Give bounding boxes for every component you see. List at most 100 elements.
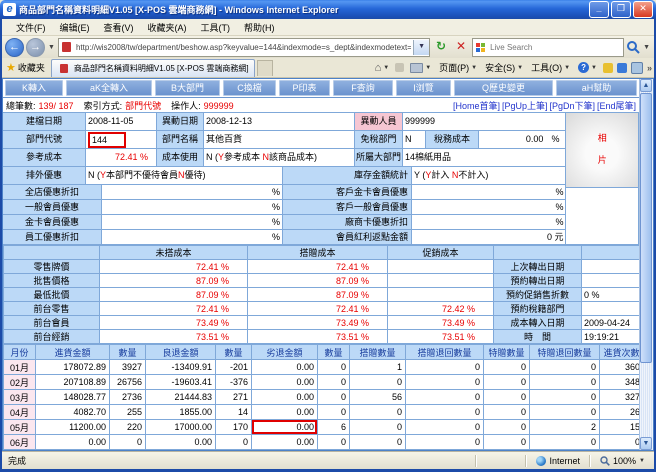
cost-cell bbox=[388, 288, 494, 302]
monthly-cell: 220 bbox=[110, 420, 146, 435]
monthly-table: 月份進貨金額數量良退金額數量劣退金額數量搭贈數量搭贈退回數量特贈數量特贈退回數量… bbox=[3, 344, 639, 450]
switch-file-button[interactable]: C換檔 bbox=[223, 80, 276, 96]
monthly-cell: 0 bbox=[530, 375, 600, 390]
messenger-icon[interactable] bbox=[617, 63, 627, 73]
scroll-up-icon[interactable]: ▲ bbox=[640, 79, 652, 92]
menu-tools[interactable]: 工具(T) bbox=[195, 20, 237, 35]
dept-code-value: 144 bbox=[85, 130, 157, 149]
cost-cell bbox=[582, 274, 640, 288]
monthly-col-header: 月份 bbox=[4, 345, 36, 360]
favorites-label[interactable]: 收藏夹 bbox=[18, 61, 45, 74]
vertical-scrollbar[interactable]: ▲ ▼ bbox=[639, 79, 653, 450]
tools-menu[interactable]: 工具(O)▼ bbox=[529, 60, 572, 75]
nav-end-link[interactable]: [End尾筆] bbox=[597, 99, 636, 112]
month-cell: 05月 bbox=[4, 420, 36, 435]
menu-edit[interactable]: 编辑(E) bbox=[54, 20, 96, 35]
help-button[interactable]: aH幫助 bbox=[556, 80, 637, 96]
search-magnifier-icon[interactable] bbox=[626, 40, 640, 54]
nav-home-link[interactable]: [Home首筆] bbox=[453, 99, 500, 112]
transfer-all-button[interactable]: aK全轉入 bbox=[66, 80, 152, 96]
feeds-icon[interactable] bbox=[395, 63, 404, 72]
photo-box: 相片 bbox=[565, 112, 639, 188]
cost-cell: 72.41 % bbox=[100, 260, 248, 274]
transfer-in-button[interactable]: K轉入 bbox=[5, 80, 63, 96]
safety-menu[interactable]: 安全(S)▼ bbox=[483, 60, 525, 75]
big-department-button[interactable]: B大部門 bbox=[155, 80, 220, 96]
help-menu[interactable]: ?▼ bbox=[576, 61, 599, 74]
overflow-chevron-icon[interactable]: » bbox=[647, 63, 652, 73]
nav-pgdn-link[interactable]: [PgDn下筆] bbox=[549, 99, 595, 112]
monthly-cell: 0 bbox=[600, 435, 640, 450]
pos-page: K轉入 aK全轉入 B大部門 C換檔 P印表 F查詢 I浏覽 Q歷史變更 aH幫… bbox=[3, 79, 639, 450]
history-change-button[interactable]: Q歷史變更 bbox=[454, 80, 553, 96]
employee-discount-value: % bbox=[101, 229, 283, 245]
restore-button[interactable]: ❐ bbox=[611, 1, 631, 18]
cost-col-header bbox=[4, 246, 100, 260]
zoom-panel[interactable]: 100% ▼ bbox=[594, 456, 651, 466]
monthly-cell: 0 bbox=[530, 405, 600, 420]
monthly-cell: 0 bbox=[350, 375, 406, 390]
tab-favicon-icon bbox=[60, 64, 68, 73]
recent-pages-icon[interactable]: ▼ bbox=[48, 44, 55, 51]
snapshot-icon[interactable] bbox=[631, 62, 643, 74]
monthly-col-header: 數量 bbox=[110, 345, 146, 360]
menu-help[interactable]: 帮助(H) bbox=[238, 20, 281, 35]
forward-button[interactable]: → bbox=[26, 38, 45, 57]
address-bar: ← → ▼ ▼ ↻ ✕ ▼ bbox=[2, 36, 654, 58]
close-button[interactable]: ✕ bbox=[633, 1, 653, 18]
cost-row-label: 前台零售 bbox=[4, 302, 100, 316]
cost-row-label: 批售價格 bbox=[4, 274, 100, 288]
menu-view[interactable]: 查看(V) bbox=[98, 20, 140, 35]
back-button[interactable]: ← bbox=[5, 38, 24, 57]
new-tab-button[interactable] bbox=[257, 60, 273, 76]
nav-pgup-link[interactable]: [PgUp上筆] bbox=[502, 99, 548, 112]
print-button[interactable]: ▼ bbox=[408, 62, 433, 74]
dept-name-label: 部門名稱 bbox=[156, 130, 204, 149]
gold-card-customer-label: 客戶金卡會員優惠 bbox=[282, 184, 412, 200]
modified-date-value: 2008-12-13 bbox=[203, 112, 355, 131]
big-dept-value: 14棉紙用品 bbox=[402, 148, 566, 167]
active-tab[interactable]: 商品部門名稱資料明細V1.05 [X-POS 雲端商務網] bbox=[51, 59, 255, 77]
browse-button[interactable]: I浏覽 bbox=[396, 80, 451, 96]
cost-cell: 72.41 % bbox=[248, 260, 388, 274]
cost-col-header: 未搭成本 bbox=[100, 246, 248, 260]
cost-cell: 72.42 % bbox=[388, 302, 494, 316]
gold-card-customer-value: % bbox=[411, 184, 566, 200]
scrollbar-thumb[interactable] bbox=[640, 93, 652, 363]
tax-cost-label: 稅務成本 bbox=[425, 130, 479, 149]
url-input[interactable] bbox=[74, 42, 413, 53]
cost-row-label: 零售牌價 bbox=[4, 260, 100, 274]
search-input[interactable] bbox=[488, 42, 623, 53]
menu-favorites[interactable]: 收藏夹(A) bbox=[142, 20, 193, 35]
home-button[interactable]: ⌂▼ bbox=[373, 61, 392, 75]
monthly-col-header: 數量 bbox=[216, 345, 252, 360]
record-nav-links: [Home首筆] [PgUp上筆] [PgDn下筆] [End尾筆] bbox=[453, 99, 636, 112]
menu-file[interactable]: 文件(F) bbox=[10, 20, 52, 35]
print-report-button[interactable]: P印表 bbox=[279, 80, 330, 96]
minimize-button[interactable]: _ bbox=[589, 1, 609, 18]
status-separator bbox=[475, 455, 477, 467]
search-box[interactable] bbox=[472, 38, 624, 57]
site-favicon-icon bbox=[62, 42, 71, 52]
cost-cell: 19:19:21 bbox=[582, 330, 640, 344]
send-icon[interactable] bbox=[603, 63, 613, 73]
url-dropdown-icon[interactable]: ▼ bbox=[413, 40, 429, 55]
search-options-icon[interactable]: ▼ bbox=[643, 44, 650, 51]
page-menu[interactable]: 页面(P)▼ bbox=[437, 60, 479, 75]
department-form: 建檔日期 2008-11-05 異動日期 2008-12-13 異動人員 999… bbox=[3, 113, 639, 245]
url-field[interactable]: ▼ bbox=[58, 38, 430, 57]
scroll-down-icon[interactable]: ▼ bbox=[640, 437, 652, 450]
monthly-cell: 0 bbox=[406, 435, 484, 450]
monthly-cell: 0 bbox=[530, 390, 600, 405]
internet-globe-icon bbox=[536, 456, 546, 466]
refresh-icon[interactable]: ↻ bbox=[432, 38, 450, 56]
favorites-star-icon[interactable]: ★ bbox=[6, 61, 16, 74]
query-button[interactable]: F查詢 bbox=[333, 80, 393, 96]
cost-col-header: 搭贈成本 bbox=[248, 246, 388, 260]
cost-cell: 87.09 % bbox=[100, 288, 248, 302]
stop-icon[interactable]: ✕ bbox=[452, 38, 470, 56]
browser-window: e 商品部門名稱資料明細V1.05 [X-POS 雲端商務網] - Window… bbox=[0, 0, 656, 472]
zoom-dropdown-icon[interactable]: ▼ bbox=[639, 458, 645, 464]
monthly-cell: -201 bbox=[216, 360, 252, 375]
operator-label: 操作人: bbox=[171, 99, 201, 112]
